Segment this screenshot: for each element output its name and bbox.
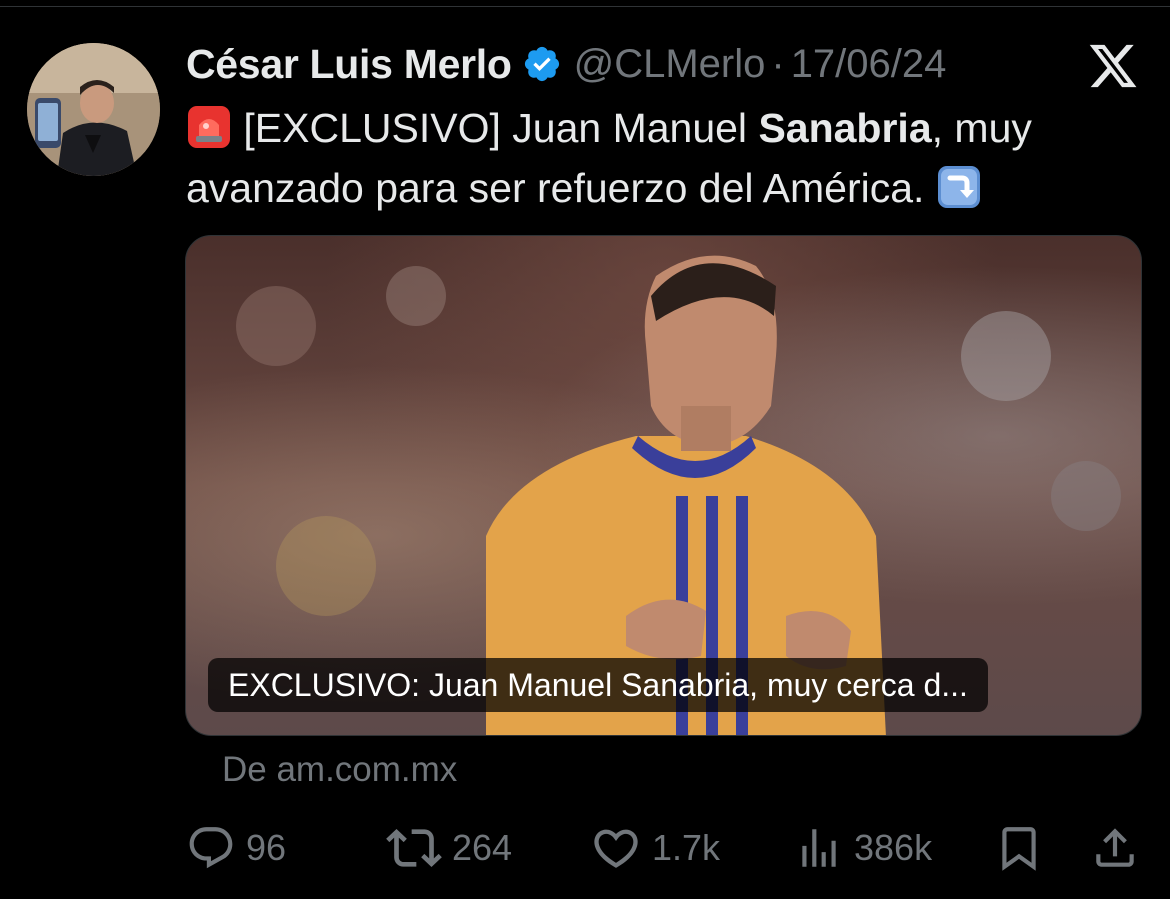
link-card-title[interactable]: EXCLUSIVO: Juan Manuel Sanabria, muy cer… <box>208 658 988 712</box>
views-button[interactable]: 386k <box>794 815 932 881</box>
separator-dot: · <box>771 41 785 86</box>
verified-badge-icon <box>522 44 562 84</box>
arrow-down-right-icon <box>936 164 982 210</box>
share-icon <box>1090 823 1140 873</box>
tweet-text: [EXCLUSIVO] Juan Manuel Sanabria, muy av… <box>186 98 1136 218</box>
tweet-date[interactable]: 17/06/24 <box>791 42 947 87</box>
action-bar: 96 264 1.7k 386k <box>0 815 1170 885</box>
reply-icon <box>186 823 236 873</box>
reply-count: 96 <box>246 827 287 868</box>
repost-icon <box>386 820 442 876</box>
tweet-text-bold: Sanabria <box>758 105 932 151</box>
bookmark-button[interactable] <box>994 815 1044 881</box>
heart-icon <box>590 822 642 874</box>
reply-button[interactable]: 96 <box>186 815 286 881</box>
tweet-text-part1: [EXCLUSIVO] Juan Manuel <box>243 105 759 151</box>
repost-button[interactable]: 264 <box>386 815 512 881</box>
avatar-photo <box>27 43 160 176</box>
like-count: 1.7k <box>652 827 721 868</box>
divider <box>0 6 1170 7</box>
views-icon <box>794 823 844 873</box>
author-handle[interactable]: @CLMerlo <box>574 42 766 87</box>
tweet-header: César Luis Merlo @CLMerlo · 17/06/24 <box>186 38 946 90</box>
like-button[interactable]: 1.7k <box>590 815 720 881</box>
views-count: 386k <box>854 827 933 868</box>
link-card-image[interactable]: EXCLUSIVO: Juan Manuel Sanabria, muy cer… <box>185 235 1142 736</box>
avatar[interactable] <box>27 43 160 176</box>
repost-count: 264 <box>452 827 513 868</box>
bookmark-icon <box>994 823 1044 873</box>
rotating-light-icon <box>186 104 232 150</box>
link-source[interactable]: De am.com.mx <box>222 750 457 790</box>
author-display-name[interactable]: César Luis Merlo <box>186 41 512 88</box>
x-logo-icon <box>1087 40 1139 92</box>
share-button[interactable] <box>1090 815 1140 881</box>
